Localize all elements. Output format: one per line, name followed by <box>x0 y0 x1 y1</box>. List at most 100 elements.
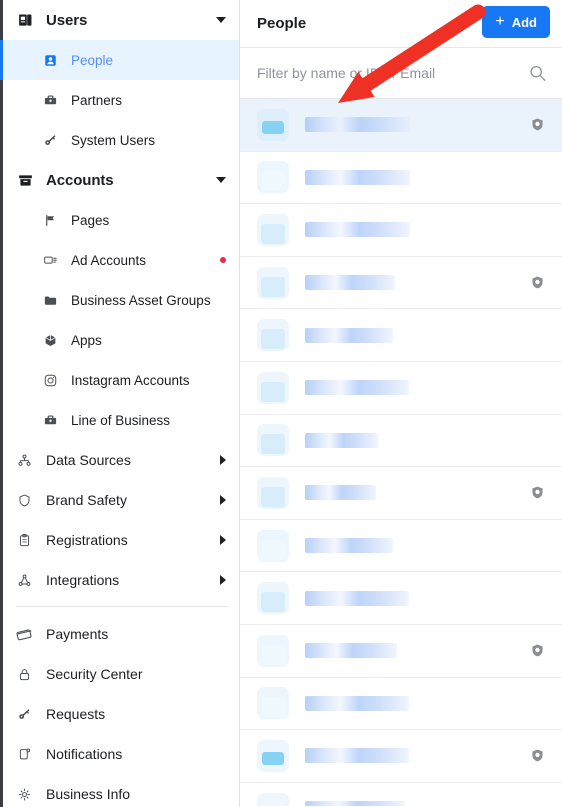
avatar <box>257 266 289 299</box>
shield-badge-icon[interactable] <box>530 643 545 658</box>
ad-account-icon <box>40 253 60 268</box>
sidebar-item-label: Data Sources <box>46 452 131 468</box>
table-row[interactable] <box>240 572 562 625</box>
people-list[interactable] <box>240 99 562 806</box>
filter-row <box>240 48 562 99</box>
search-icon[interactable] <box>529 65 546 82</box>
add-button[interactable]: + Add <box>482 6 550 38</box>
avatar <box>257 529 289 562</box>
briefcase-icon <box>40 93 60 108</box>
integrations-icon <box>14 573 34 588</box>
sidebar-item-brand-safety[interactable]: Brand Safety <box>0 480 239 520</box>
key-icon <box>40 133 60 148</box>
sidebar-item-label: Instagram Accounts <box>71 372 190 388</box>
sidebar-item-apps[interactable]: Apps <box>0 320 239 360</box>
sidebar-item-label: Line of Business <box>71 412 171 428</box>
sidebar-item-security-center[interactable]: Security Center <box>0 654 239 694</box>
table-row[interactable] <box>240 151 562 205</box>
shield-icon <box>14 493 34 508</box>
table-row[interactable] <box>240 624 562 678</box>
sidebar-item-business-info[interactable]: Business Info <box>0 774 239 807</box>
avatar <box>257 582 289 615</box>
sidebar-item-line-of-business[interactable]: Line of Business <box>0 400 239 440</box>
chevron-right-icon[interactable] <box>220 535 226 545</box>
gear-icon <box>14 787 34 802</box>
table-row[interactable] <box>240 256 562 310</box>
sidebar-item-business-asset-groups[interactable]: Business Asset Groups <box>0 280 239 320</box>
shield-badge-icon[interactable] <box>530 485 545 500</box>
table-row[interactable] <box>240 204 562 257</box>
sidebar-item-label: Business Info <box>46 786 131 802</box>
sidebar: Users People Partners System Users Accounts P… <box>0 0 240 807</box>
sidebar-item-label: Apps <box>71 332 102 348</box>
sidebar-item-label: Brand Safety <box>46 492 127 508</box>
chevron-right-icon[interactable] <box>220 575 226 585</box>
avatar <box>257 371 289 404</box>
person-name-redacted <box>305 485 376 501</box>
sidebar-section-accounts[interactable]: Accounts <box>0 160 239 200</box>
sidebar-item-payments[interactable]: Payments <box>0 614 239 654</box>
chevron-right-icon[interactable] <box>220 495 226 505</box>
shield-badge-icon[interactable] <box>530 275 545 290</box>
lock-icon <box>14 667 34 682</box>
people-panel: People + Add <box>240 0 562 807</box>
avatar <box>257 687 289 720</box>
person-name-redacted <box>305 590 409 606</box>
shield-badge-icon[interactable] <box>530 117 545 132</box>
sidebar-item-ad-accounts[interactable]: Ad Accounts <box>0 240 239 280</box>
clipboard-icon <box>14 533 34 548</box>
avatar <box>257 213 289 246</box>
sidebar-item-pages[interactable]: Pages <box>0 200 239 240</box>
flag-icon <box>40 213 60 228</box>
archive-box-icon <box>14 172 36 189</box>
chevron-down-icon[interactable] <box>216 177 226 183</box>
table-row[interactable] <box>240 414 562 468</box>
sidebar-item-label: Payments <box>46 626 109 642</box>
avatar <box>257 108 289 141</box>
sidebar-item-people[interactable]: People <box>0 40 239 80</box>
sidebar-item-label: Requests <box>46 706 106 722</box>
person-name-redacted <box>305 432 378 448</box>
chevron-right-icon[interactable] <box>220 455 226 465</box>
sidebar-item-registrations[interactable]: Registrations <box>0 520 239 560</box>
table-row[interactable] <box>240 677 562 731</box>
sidebar-divider <box>16 606 228 607</box>
avatar <box>257 739 289 772</box>
sidebar-item-system-users[interactable]: System Users <box>0 120 239 160</box>
sidebar-item-instagram-accounts[interactable]: Instagram Accounts <box>0 360 239 400</box>
chevron-down-icon[interactable] <box>216 17 226 23</box>
folder-icon <box>40 293 60 308</box>
table-row[interactable] <box>240 467 562 520</box>
avatar <box>257 319 289 352</box>
instagram-icon <box>40 373 60 388</box>
sidebar-section-label: Users <box>46 11 88 29</box>
person-name-redacted <box>305 801 405 806</box>
sidebar-item-data-sources[interactable]: Data Sources <box>0 440 239 480</box>
avatar <box>257 424 289 457</box>
person-name-redacted <box>305 748 409 764</box>
sidebar-item-requests[interactable]: Requests <box>0 694 239 734</box>
table-row[interactable] <box>240 361 562 415</box>
person-name-redacted <box>305 275 395 291</box>
business-manager-window: Users People Partners System Users Accounts P… <box>0 0 562 807</box>
unread-dot-badge <box>220 257 226 263</box>
users-cards-icon <box>14 12 36 29</box>
search-input[interactable] <box>240 48 562 98</box>
person-name-redacted <box>305 169 410 185</box>
shield-badge-icon[interactable] <box>530 748 545 763</box>
table-row[interactable] <box>240 309 562 362</box>
sidebar-item-partners[interactable]: Partners <box>0 80 239 120</box>
sidebar-item-label: Integrations <box>46 572 120 588</box>
table-row[interactable] <box>240 782 562 806</box>
person-name-redacted <box>305 327 393 343</box>
person-name-redacted <box>305 222 410 238</box>
sidebar-item-label: Ad Accounts <box>71 252 147 268</box>
table-row[interactable] <box>240 519 562 573</box>
sidebar-section-users[interactable]: Users <box>0 0 239 40</box>
sidebar-item-integrations[interactable]: Integrations <box>0 560 239 600</box>
table-row[interactable] <box>240 730 562 783</box>
panel-header: People + Add <box>240 0 562 48</box>
key-icon <box>14 707 34 722</box>
sidebar-item-notifications[interactable]: Notifications <box>0 734 239 774</box>
table-row[interactable] <box>240 99 562 152</box>
